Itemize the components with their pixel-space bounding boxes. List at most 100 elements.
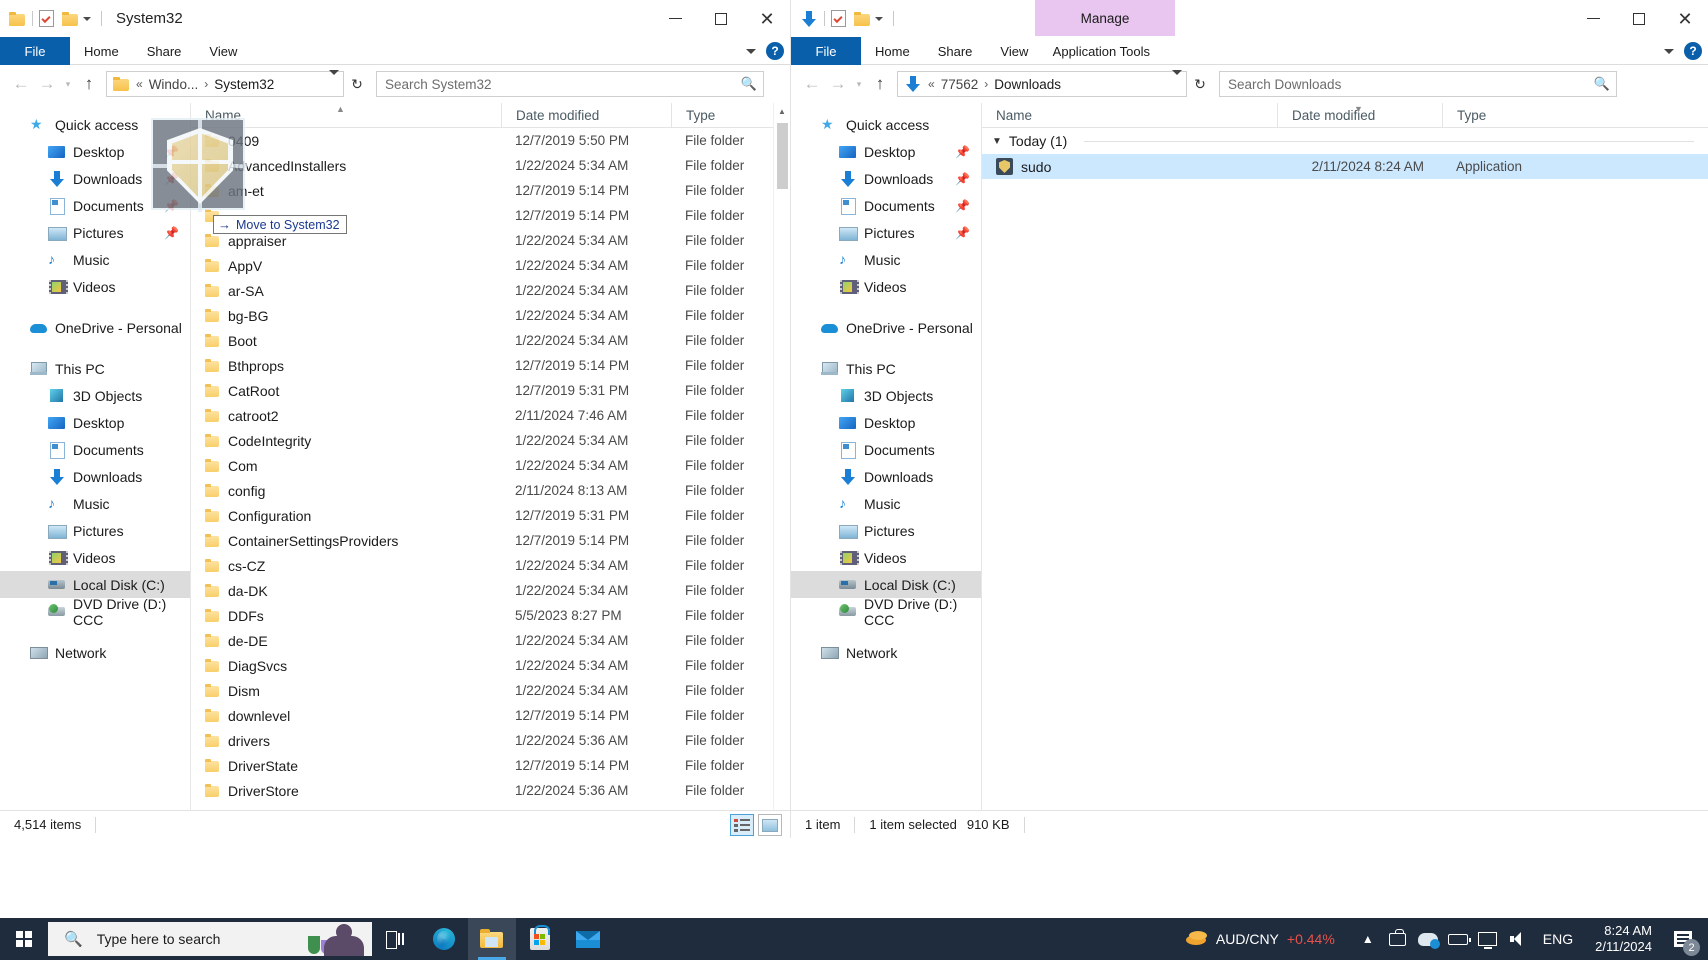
navigation-pane-left[interactable]: ★ Quick access Desktop 📌 Downloads 📌 Doc… xyxy=(0,103,190,838)
expand-ribbon-icon[interactable] xyxy=(1664,48,1674,54)
nav-item-pc-music[interactable]: ♪ Music xyxy=(0,490,190,517)
chevron-down-icon[interactable] xyxy=(83,16,91,21)
group-header-today[interactable]: ▼ Today (1) xyxy=(982,128,1708,154)
recent-locations-button[interactable]: ▾ xyxy=(60,71,76,97)
tab-file[interactable]: File xyxy=(0,37,70,65)
minimize-button[interactable] xyxy=(1570,0,1616,37)
nav-item-pictures[interactable]: Pictures 📌 xyxy=(791,219,981,246)
download-arrow-icon[interactable] xyxy=(800,10,818,28)
tab-home[interactable]: Home xyxy=(70,37,133,65)
table-row[interactable]: DriverState 12/7/2019 5:14 PM File folder xyxy=(191,753,790,778)
file-name-cell[interactable]: DriverStore xyxy=(191,783,501,799)
address-bar-left[interactable]: « Windo... › System32 xyxy=(106,70,344,97)
file-name-cell[interactable]: DiagSvcs xyxy=(191,658,501,674)
taskbar-item-file-explorer[interactable] xyxy=(468,918,516,960)
file-name-cell[interactable]: da-DK xyxy=(191,583,501,599)
nav-item-pc-desktop[interactable]: Desktop xyxy=(0,409,190,436)
column-headers-left[interactable]: Name ▲ Date modified Type xyxy=(191,103,790,128)
back-button[interactable]: ← xyxy=(8,71,34,97)
chevron-down-icon[interactable]: ▼ xyxy=(992,136,1002,147)
file-name-cell[interactable]: catroot2 xyxy=(191,408,501,424)
onedrive-icon[interactable] xyxy=(1413,918,1443,960)
folder-icon[interactable] xyxy=(9,11,26,26)
column-header-type[interactable]: Type xyxy=(671,103,781,128)
taskbar[interactable]: 🔍 Type here to search AUD/CNY +0.44% ▲ E… xyxy=(0,918,1708,960)
search-box-left[interactable]: Search System32 🔍 xyxy=(376,71,764,97)
table-row[interactable]: da-DK 1/22/2024 5:34 AM File folder xyxy=(191,578,790,603)
back-button[interactable]: ← xyxy=(799,71,825,97)
ribbon-tabs-left[interactable]: File Home Share View ? xyxy=(0,37,790,65)
file-name-cell[interactable]: sudo xyxy=(982,158,1277,175)
nav-item-pc-videos[interactable]: Videos xyxy=(0,544,190,571)
nav-item-pc-desktop[interactable]: Desktop xyxy=(791,409,981,436)
nav-item-pc-downloads[interactable]: Downloads xyxy=(0,463,190,490)
notifications-button[interactable]: 2 xyxy=(1664,918,1702,960)
taskbar-item-edge[interactable] xyxy=(420,918,468,960)
nav-item-pc-videos[interactable]: Videos xyxy=(791,544,981,571)
table-row[interactable]: AdvancedInstallers 1/22/2024 5:34 AM File … xyxy=(191,153,790,178)
refresh-button[interactable]: ↻ xyxy=(344,71,370,97)
refresh-button[interactable]: ↻ xyxy=(1187,71,1213,97)
tab-view[interactable]: View xyxy=(195,37,251,65)
close-button[interactable]: ✕ xyxy=(744,0,790,37)
checked-document-icon[interactable] xyxy=(831,10,846,27)
scrollbar-thumb[interactable] xyxy=(777,123,788,189)
file-name-cell[interactable]: ContainerSettingsProviders xyxy=(191,533,501,549)
nav-item-desktop[interactable]: Desktop 📌 xyxy=(791,138,981,165)
tab-home[interactable]: Home xyxy=(861,37,924,65)
nav-item-network[interactable]: Network xyxy=(0,639,190,666)
explorer-window-downloads[interactable]: Manage Downloads ✕ File Home Share View … xyxy=(790,0,1708,838)
tab-share[interactable]: Share xyxy=(133,37,196,65)
search-box-right[interactable]: Search Downloads 🔍 xyxy=(1219,71,1617,97)
nav-item-pc-music[interactable]: ♪ Music xyxy=(791,490,981,517)
minimize-button[interactable] xyxy=(652,0,698,37)
nav-item-dvd-drive-d[interactable]: DVD Drive (D:) CCC xyxy=(791,596,981,628)
file-name-cell[interactable]: DriverState xyxy=(191,758,501,774)
file-name-cell[interactable]: DDFs xyxy=(191,608,501,624)
nav-item-music[interactable]: ♪ Music xyxy=(791,246,981,273)
breadcrumb-system32[interactable]: System32 xyxy=(214,77,274,92)
nav-item-pictures[interactable]: Pictures 📌 xyxy=(0,219,190,246)
file-name-cell[interactable]: downlevel xyxy=(191,708,501,724)
column-header-name[interactable]: Name xyxy=(982,103,1277,128)
table-row[interactable]: cs-CZ 1/22/2024 5:34 AM File folder xyxy=(191,553,790,578)
vertical-scrollbar-left[interactable]: ▲ ▼ xyxy=(773,103,790,838)
file-name-cell[interactable]: Com xyxy=(191,458,501,474)
file-name-cell[interactable]: Boot xyxy=(191,333,501,349)
display-icon[interactable] xyxy=(1473,918,1503,960)
table-row[interactable]: CodeIntegrity 1/22/2024 5:34 AM File folde… xyxy=(191,428,790,453)
search-input[interactable]: Type here to search xyxy=(97,931,221,947)
file-list-right[interactable]: Name Date modified ▼ Type ▼ Today (1) su… xyxy=(982,103,1708,838)
nav-item-network[interactable]: Network xyxy=(791,639,981,666)
search-icon[interactable]: 🔍 xyxy=(1594,76,1610,92)
nav-item-music[interactable]: ♪ Music xyxy=(0,246,190,273)
table-row[interactable]: downlevel 12/7/2019 5:14 PM File folder xyxy=(191,703,790,728)
search-input[interactable]: Search System32 xyxy=(385,77,492,92)
quick-access-toolbar-right[interactable] xyxy=(791,10,900,28)
start-button[interactable] xyxy=(0,918,48,960)
ribbon-tabs-right[interactable]: File Home Share View Application Tools ? xyxy=(791,37,1708,65)
file-name-cell[interactable]: drivers xyxy=(191,733,501,749)
table-row[interactable]: bg-BG 1/22/2024 5:34 AM File folder xyxy=(191,303,790,328)
file-list-left[interactable]: Name ▲ Date modified Type 040912/7/2019 … xyxy=(191,103,790,838)
maximize-button[interactable] xyxy=(1616,0,1662,37)
taskbar-item-mail[interactable] xyxy=(564,918,612,960)
stock-ticker[interactable]: AUD/CNY +0.44% xyxy=(1185,931,1335,947)
nav-item-quick-access[interactable]: ★ Quick access xyxy=(791,111,981,138)
help-icon[interactable]: ? xyxy=(766,42,784,60)
new-folder-icon[interactable] xyxy=(854,11,871,26)
file-name-cell[interactable]: de-DE xyxy=(191,633,501,649)
table-row[interactable]: Bthprops 12/7/2019 5:14 PM File folder xyxy=(191,353,790,378)
nav-item-pc-pictures[interactable]: Pictures xyxy=(791,517,981,544)
details-view-icon[interactable] xyxy=(730,814,754,836)
table-row[interactable]: config 2/11/2024 8:13 AM File folder xyxy=(191,478,790,503)
system-tray[interactable]: AUD/CNY +0.44% ▲ ENG 8:24 AM 2/11/2024 2 xyxy=(1185,918,1708,960)
quick-access-toolbar-left[interactable] xyxy=(0,10,108,27)
file-name-cell[interactable]: AppV xyxy=(191,258,501,274)
nav-item-this-pc[interactable]: This PC xyxy=(0,355,190,382)
table-row[interactable]: Com 1/22/2024 5:34 AM File folder xyxy=(191,453,790,478)
nav-item-documents[interactable]: Documents 📌 xyxy=(791,192,981,219)
new-folder-icon[interactable] xyxy=(62,11,79,26)
window-controls-right[interactable]: ✕ xyxy=(1570,0,1708,37)
file-name-cell[interactable]: bg-BG xyxy=(191,308,501,324)
